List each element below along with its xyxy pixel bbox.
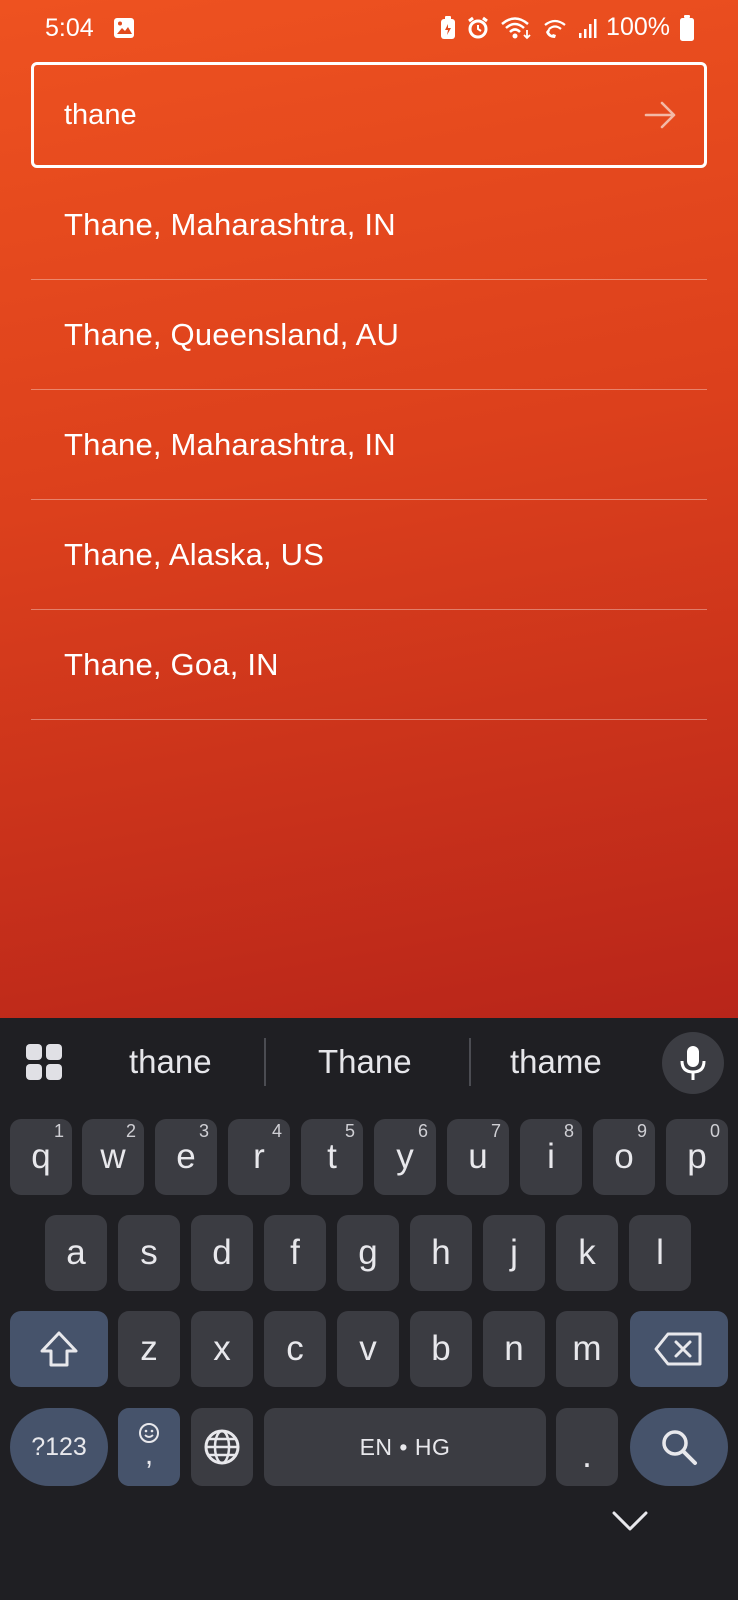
- symbols-key[interactable]: ?123: [10, 1408, 108, 1486]
- result-label: Thane, Maharashtra, IN: [64, 426, 396, 462]
- status-time: 5:04: [45, 14, 94, 42]
- key-n[interactable]: n: [483, 1311, 545, 1387]
- result-label: Thane, Alaska, US: [64, 536, 325, 572]
- mic-icon: [680, 1046, 706, 1080]
- list-item[interactable]: Thane, Maharashtra, IN: [31, 390, 707, 500]
- backspace-key[interactable]: [630, 1311, 728, 1387]
- weather-search-screen: 5:04 100% thane Thane, Maharashtra, IN T…: [0, 0, 738, 1018]
- key-f[interactable]: f: [264, 1215, 326, 1291]
- period-key[interactable]: .: [556, 1408, 618, 1486]
- chevron-down-icon[interactable]: [612, 1510, 648, 1532]
- key-a[interactable]: a: [45, 1215, 107, 1291]
- backspace-icon: [654, 1332, 702, 1366]
- key-j[interactable]: j: [483, 1215, 545, 1291]
- key-k[interactable]: k: [556, 1215, 618, 1291]
- status-icons: 100%: [440, 13, 694, 42]
- wifi-calling-icon: [544, 19, 566, 38]
- language-key[interactable]: [191, 1408, 253, 1486]
- key-g[interactable]: g: [337, 1215, 399, 1291]
- list-item[interactable]: Thane, Maharashtra, IN: [31, 170, 707, 280]
- key-m[interactable]: m: [556, 1311, 618, 1387]
- key-i[interactable]: i8: [520, 1119, 582, 1195]
- key-l[interactable]: l: [629, 1215, 691, 1291]
- key-e[interactable]: e3: [155, 1119, 217, 1195]
- key-b[interactable]: b: [410, 1311, 472, 1387]
- key-h[interactable]: h: [410, 1215, 472, 1291]
- key-x[interactable]: x: [191, 1311, 253, 1387]
- suggestion-3[interactable]: thame: [510, 1043, 602, 1081]
- shift-key[interactable]: [10, 1311, 108, 1387]
- suggestion-bar: thane Thane thame: [0, 1018, 738, 1106]
- result-label: Thane, Queensland, AU: [64, 316, 400, 352]
- key-o[interactable]: o9: [593, 1119, 655, 1195]
- arrow-right-icon[interactable]: [644, 100, 678, 130]
- key-v[interactable]: v: [337, 1311, 399, 1387]
- wifi-icon: [501, 16, 531, 39]
- battery-icon: [680, 14, 694, 41]
- gallery-notification-icon: [114, 18, 134, 38]
- list-item[interactable]: Thane, Goa, IN: [31, 610, 707, 720]
- key-z[interactable]: z: [118, 1311, 180, 1387]
- globe-icon: [204, 1429, 240, 1465]
- suggestion-1[interactable]: thane: [129, 1043, 212, 1081]
- alarm-icon: [468, 16, 488, 38]
- grid-icon[interactable]: [25, 1043, 63, 1081]
- battery-percentage: 100%: [606, 13, 670, 41]
- emoji-comma-key[interactable]: ,: [118, 1408, 180, 1486]
- battery-saver-icon: [441, 15, 456, 39]
- key-q[interactable]: q1: [10, 1119, 72, 1195]
- search-input[interactable]: thane: [64, 99, 137, 132]
- suggestion-2[interactable]: Thane: [318, 1043, 412, 1081]
- search-results-list: Thane, Maharashtra, IN Thane, Queensland…: [31, 170, 707, 720]
- key-c[interactable]: c: [264, 1311, 326, 1387]
- key-s[interactable]: s: [118, 1215, 180, 1291]
- signal-icon: [579, 18, 597, 38]
- shift-icon: [40, 1331, 78, 1367]
- key-d[interactable]: d: [191, 1215, 253, 1291]
- list-item[interactable]: Thane, Queensland, AU: [31, 280, 707, 390]
- key-u[interactable]: u7: [447, 1119, 509, 1195]
- key-w[interactable]: w2: [82, 1119, 144, 1195]
- key-p[interactable]: p0: [666, 1119, 728, 1195]
- search-key[interactable]: [630, 1408, 728, 1486]
- search-icon: [662, 1430, 697, 1465]
- key-t[interactable]: t5: [301, 1119, 363, 1195]
- suggestion-divider: [264, 1038, 266, 1086]
- status-bar: 5:04 100%: [0, 0, 738, 58]
- voice-input-button[interactable]: [662, 1032, 724, 1094]
- key-y[interactable]: y6: [374, 1119, 436, 1195]
- city-search-field[interactable]: thane: [31, 62, 707, 168]
- suggestion-divider: [469, 1038, 471, 1086]
- result-label: Thane, Goa, IN: [64, 646, 279, 682]
- space-key[interactable]: EN • HG: [264, 1408, 546, 1486]
- list-item[interactable]: Thane, Alaska, US: [31, 500, 707, 610]
- key-r[interactable]: r4: [228, 1119, 290, 1195]
- result-label: Thane, Maharashtra, IN: [64, 206, 396, 242]
